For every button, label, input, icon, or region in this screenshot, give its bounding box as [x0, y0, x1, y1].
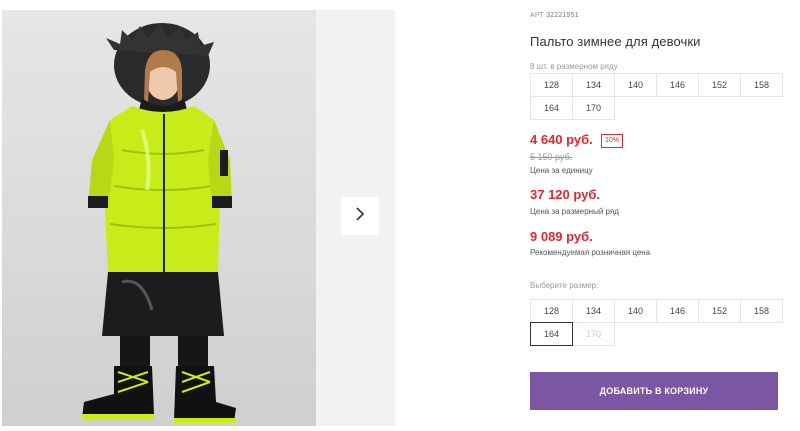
size-selector: 128 134 140 146 152 158 164 170 — [530, 299, 783, 346]
pack-size-cell: 128 — [530, 73, 573, 97]
set-price-caption: Цена за размерный ряд — [530, 207, 619, 216]
size-option-164-selected[interactable]: 164 — [530, 322, 573, 346]
pack-note: 8 шт. в размерном ряду — [530, 62, 618, 71]
unit-price: 4 640 руб. — [530, 132, 593, 147]
size-option-152[interactable]: 152 — [698, 299, 741, 323]
pack-size-cell: 170 — [572, 96, 615, 120]
sku-label: АРТ — [530, 12, 544, 19]
size-option-170-unavailable: 170 — [572, 322, 615, 346]
old-price: 5 150 руб. — [530, 152, 573, 162]
pack-size-cell: 158 — [740, 73, 783, 97]
gallery-next-button[interactable] — [341, 197, 379, 235]
size-option-128[interactable]: 128 — [530, 299, 573, 323]
sku-value: 32221951 — [546, 12, 579, 19]
size-option-134[interactable]: 134 — [572, 299, 615, 323]
product-photo-illustration — [82, 23, 236, 423]
pack-size-cell: 146 — [656, 73, 699, 97]
choose-size-label: Выберите размер: — [530, 281, 599, 290]
pack-size-cell: 140 — [614, 73, 657, 97]
rrp-price-caption: Рекомендуемая розничная цена — [530, 248, 651, 257]
pack-size-cell: 152 — [698, 73, 741, 97]
size-option-158[interactable]: 158 — [740, 299, 783, 323]
pack-size-grid: 128 134 140 146 152 158 164 170 — [530, 73, 783, 120]
product-title: Пальто зимнее для девочки — [530, 34, 701, 49]
size-option-146[interactable]: 146 — [656, 299, 699, 323]
set-price: 37 120 руб. — [530, 187, 601, 202]
pack-size-cell: 164 — [530, 96, 573, 120]
add-to-cart-button[interactable]: ДОБАВИТЬ В КОРЗИНУ — [530, 372, 778, 410]
discount-badge: 10% — [601, 134, 624, 148]
unit-price-caption: Цена за единицу — [530, 166, 593, 175]
pack-size-cell: 134 — [572, 73, 615, 97]
product-photo[interactable] — [2, 10, 316, 426]
product-gallery — [0, 0, 395, 431]
sku: АРТ 32221951 — [530, 12, 579, 19]
rrp-price: 9 089 руб. — [530, 229, 593, 244]
size-option-140[interactable]: 140 — [614, 299, 657, 323]
chevron-right-icon — [353, 206, 367, 226]
